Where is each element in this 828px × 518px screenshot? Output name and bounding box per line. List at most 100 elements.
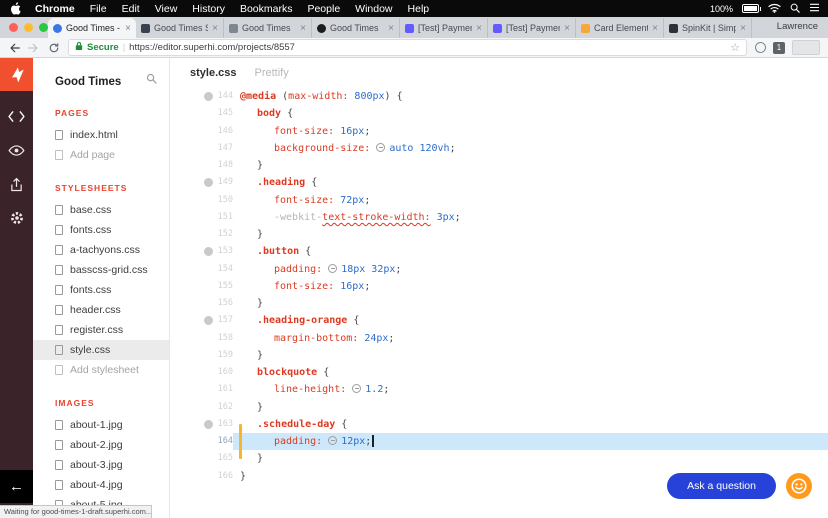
browser-tab[interactable]: SpinKit | Simple C... × [664,18,752,38]
code-line[interactable]: 157 .heading-orange { [170,312,828,329]
browser-tab[interactable]: Card Element Qu...× [576,18,664,38]
window-zoom-button[interactable] [39,23,48,32]
code-view-icon[interactable] [0,99,33,133]
browser-tab[interactable]: Good Times × [224,18,312,38]
open-file-tab[interactable]: style.css [190,67,236,79]
gutter-marker-icon[interactable] [204,419,213,429]
code-line[interactable]: 148} [170,157,828,174]
code-line[interactable]: 145 body { [170,105,828,122]
tab-close-icon[interactable]: × [740,23,746,33]
file-item[interactable]: a-tachyons.css [33,240,169,260]
code-line[interactable]: 163 .schedule-day { [170,416,828,433]
code-line[interactable]: 165} [170,450,828,467]
code-text[interactable]: line-height: 1.2; [233,381,828,398]
back-button[interactable] [8,42,20,54]
add-item[interactable]: Add page [33,145,169,165]
extension-icon[interactable] [755,42,766,53]
value-scrubber-icon[interactable] [376,142,386,152]
code-text[interactable]: .heading { [233,174,828,191]
file-item[interactable]: header.css [33,300,169,320]
value-scrubber-icon[interactable] [328,436,338,445]
code-line[interactable]: 162} [170,399,828,416]
code-line[interactable]: 160 blockquote { [170,364,828,381]
value-scrubber-icon[interactable] [328,263,338,273]
code-line[interactable]: 153 .button { [170,243,828,260]
code-line[interactable]: 144 @media (max-width: 800px) { [170,88,828,105]
menu-item[interactable]: Chrome [35,3,75,15]
bookmark-star-icon[interactable]: ☆ [730,41,740,54]
code-text[interactable]: font-size: 16px; [233,123,828,140]
code-text[interactable]: .heading-orange { [233,312,828,329]
menu-item[interactable]: Window [355,3,392,15]
chat-smiley-button[interactable] [786,473,812,499]
tab-close-icon[interactable]: × [212,23,218,33]
preview-eye-icon[interactable] [0,133,33,167]
code-text[interactable]: .schedule-day { [233,416,828,433]
code-line[interactable]: 146 font-size: 16px; [170,123,828,140]
extension-badge-icon[interactable]: 1 [773,41,785,54]
upload-share-icon[interactable] [0,167,33,201]
tab-close-icon[interactable]: × [125,23,131,33]
browser-tab[interactable]: Good Times - Su... × [48,18,136,38]
code-line[interactable]: 151 -webkit-text-stroke-width: 3px; [170,209,828,226]
code-text[interactable]: body { [233,105,828,122]
code-text[interactable]: -webkit-text-stroke-width: 3px; [233,209,828,226]
file-item[interactable]: basscss-grid.css [33,260,169,280]
browser-tab[interactable]: [Test] Payment c... × [488,18,576,38]
apple-menu-icon[interactable] [10,2,21,15]
menu-item[interactable]: History [192,3,225,15]
tab-close-icon[interactable]: × [476,23,482,33]
menu-item[interactable]: File [90,3,107,15]
menu-item[interactable]: People [307,3,340,15]
wifi-icon[interactable] [768,3,781,15]
code-text[interactable]: @media (max-width: 800px) { [233,88,828,105]
browser-tab[interactable]: [Test] Payments × [400,18,488,38]
code-lines[interactable]: 144 @media (max-width: 800px) {145 body {1… [170,88,828,518]
code-line[interactable]: 156} [170,295,828,312]
settings-gear-icon[interactable] [0,201,33,235]
url-text[interactable]: https://editor.superhi.com/projects/8557 [129,42,726,53]
code-line[interactable]: 147 background-size: auto 120vh; [170,140,828,157]
forward-button[interactable] [28,42,40,54]
code-line[interactable]: 164 padding: 12px; [170,424,828,459]
file-item[interactable]: about-3.jpg [33,455,169,475]
code-text[interactable]: background-size: auto 120vh; [233,140,828,157]
code-text[interactable]: .button { [233,243,828,260]
browser-profile-name[interactable]: Lawrence [777,21,818,32]
code-line[interactable]: 155 font-size: 16px; [170,278,828,295]
file-item[interactable]: about-2.jpg [33,435,169,455]
code-line[interactable]: 150 font-size: 72px; [170,192,828,209]
notification-center-icon[interactable] [809,3,820,14]
menu-item[interactable]: Edit [122,3,140,15]
tab-close-icon[interactable]: × [564,23,570,33]
file-item[interactable]: about-1.jpg [33,415,169,435]
toolbar-stub[interactable] [792,40,820,55]
menu-item[interactable]: View [155,3,178,15]
window-minimize-button[interactable] [24,23,33,32]
file-item[interactable]: about-4.jpg [33,475,169,495]
code-text[interactable]: } [233,295,828,312]
ask-question-button[interactable]: Ask a question [667,473,776,499]
code-text[interactable]: font-size: 72px; [233,192,828,209]
browser-tab[interactable]: Good Times Slide... × [136,18,224,38]
code-line[interactable]: 152} [170,226,828,243]
superhi-logo[interactable] [0,58,33,91]
code-line[interactable]: 161 line-height: 1.2; [170,381,828,398]
file-item[interactable]: register.css [33,320,169,340]
code-line[interactable]: 158 margin-bottom: 24px; [170,330,828,347]
browser-tab[interactable]: Good Times × [312,18,400,38]
code-text[interactable]: } [233,226,828,243]
add-item[interactable]: Add stylesheet [33,360,169,380]
code-text[interactable]: padding: 18px 32px; [233,261,828,278]
code-text[interactable]: blockquote { [233,364,828,381]
code-text[interactable]: margin-bottom: 24px; [233,330,828,347]
code-line[interactable]: 149 .heading { [170,174,828,191]
code-text[interactable]: padding: 12px; [233,424,828,459]
value-scrubber-icon[interactable] [352,384,362,394]
search-icon[interactable] [146,71,157,89]
prettify-button[interactable]: Prettify [254,67,288,79]
reload-button[interactable] [48,42,60,54]
file-item[interactable]: fonts.css [33,280,169,300]
gutter-marker-icon[interactable] [204,92,213,101]
file-item[interactable]: base.css [33,200,169,220]
